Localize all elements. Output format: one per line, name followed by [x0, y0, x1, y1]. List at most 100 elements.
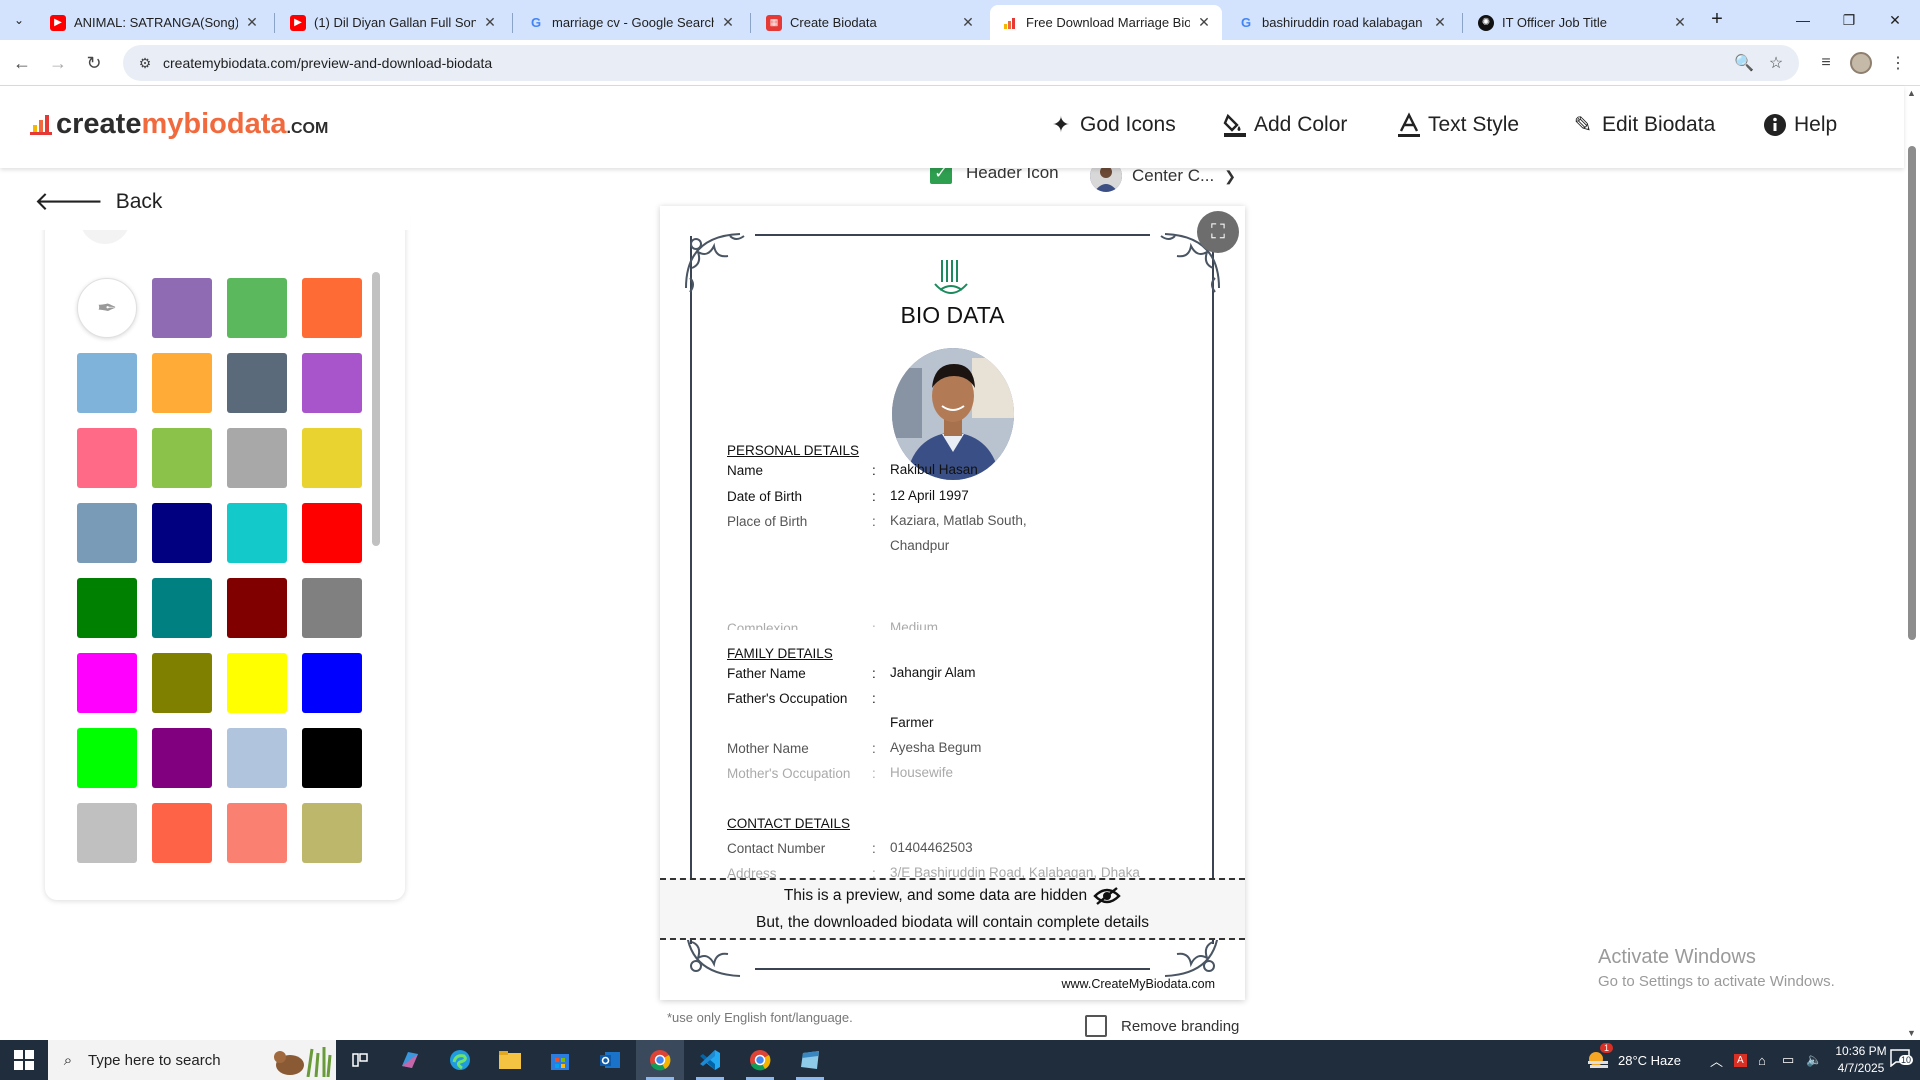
page-scrollbar[interactable]: ▲ ▼	[1904, 86, 1920, 1040]
notification-center-button[interactable]: 10	[1880, 1040, 1920, 1080]
taskbar-edge[interactable]	[436, 1040, 484, 1080]
task-view-button[interactable]	[336, 1040, 384, 1080]
close-icon[interactable]: ✕	[960, 14, 976, 31]
taskbar-chrome[interactable]	[636, 1040, 684, 1080]
color-swatch[interactable]	[152, 803, 212, 863]
taskbar-store[interactable]	[536, 1040, 584, 1080]
taskbar-app[interactable]	[786, 1040, 834, 1080]
color-swatch[interactable]	[77, 728, 137, 788]
add-color-button[interactable]: Add Color	[1222, 112, 1347, 138]
url-text[interactable]: createmybiodata.com/preview-and-download…	[163, 55, 492, 71]
weather-widget[interactable]: 1 28°C Haze	[1586, 1040, 1681, 1080]
browser-tab-active[interactable]: Free Download Marriage Bioda ✕	[990, 5, 1222, 40]
color-swatch[interactable]	[77, 803, 137, 863]
color-swatch[interactable]	[152, 278, 212, 338]
color-swatch[interactable]	[152, 503, 212, 563]
color-swatch[interactable]	[77, 353, 137, 413]
color-swatch[interactable]	[227, 803, 287, 863]
color-swatch[interactable]	[227, 503, 287, 563]
tray-network-adapter[interactable]: ⌂	[1758, 1040, 1766, 1080]
zoom-icon[interactable]: 🔍	[1730, 49, 1758, 77]
close-window-button[interactable]: ✕	[1872, 0, 1918, 40]
edit-biodata-button[interactable]: ✎ Edit Biodata	[1570, 112, 1715, 138]
palette-scrollbar[interactable]	[372, 272, 380, 546]
tab-search-button[interactable]: ⌄	[6, 8, 32, 32]
fullscreen-button[interactable]: ⛶	[1197, 211, 1239, 253]
god-icons-label: God Icons	[1080, 113, 1176, 136]
close-icon[interactable]: ✕	[1196, 14, 1212, 31]
color-swatch[interactable]	[152, 653, 212, 713]
taskbar-copilot[interactable]	[386, 1040, 434, 1080]
browser-tab[interactable]: ▶ ANIMAL: SATRANGA(Song) Ra ✕	[38, 5, 270, 40]
tray-volume[interactable]: 🔈	[1806, 1040, 1822, 1080]
site-info-icon[interactable]: ⚙	[127, 55, 163, 72]
chevron-down-icon: ⌄	[13, 13, 25, 27]
color-swatch[interactable]	[302, 803, 362, 863]
remove-branding-toggle[interactable]: Remove branding	[1085, 1015, 1239, 1037]
taskbar-outlook[interactable]	[586, 1040, 634, 1080]
color-swatch[interactable]	[302, 278, 362, 338]
taskbar-vscode[interactable]	[686, 1040, 734, 1080]
color-swatch[interactable]	[77, 503, 137, 563]
minimize-button[interactable]: —	[1780, 0, 1826, 40]
restore-button[interactable]: ❐	[1826, 0, 1872, 40]
color-swatch[interactable]	[227, 728, 287, 788]
browser-tab[interactable]: G marriage cv - Google Search ✕	[516, 5, 746, 40]
taskbar-file-explorer[interactable]	[486, 1040, 534, 1080]
close-icon[interactable]: ✕	[1432, 14, 1448, 31]
scroll-down-icon[interactable]: ▼	[1907, 1028, 1916, 1038]
page-scrollbar-thumb[interactable]	[1908, 146, 1916, 640]
color-swatch[interactable]	[227, 428, 287, 488]
tray-display[interactable]: ▭	[1782, 1040, 1794, 1080]
color-swatch[interactable]	[152, 353, 212, 413]
taskbar-chrome-profile[interactable]	[736, 1040, 784, 1080]
color-swatch[interactable]	[77, 428, 137, 488]
menu-kebab-icon[interactable]: ⋮	[1884, 49, 1912, 77]
profile-avatar[interactable]	[1850, 52, 1872, 74]
color-swatch[interactable]	[227, 353, 287, 413]
back-nav-button[interactable]: ←	[8, 49, 36, 77]
biodata-top-rule	[755, 234, 1150, 236]
color-swatch[interactable]	[152, 728, 212, 788]
back-row: 🡐 Back	[0, 168, 410, 230]
address-bar[interactable]: ⚙ createmybiodata.com/preview-and-downlo…	[123, 45, 1799, 81]
color-swatch[interactable]	[152, 578, 212, 638]
color-swatch[interactable]	[227, 278, 287, 338]
color-swatch[interactable]	[77, 578, 137, 638]
forward-nav-button[interactable]: →	[44, 49, 72, 77]
media-control-icon[interactable]: ≡	[1812, 49, 1840, 77]
show-hidden-icons[interactable]: ︿	[1710, 1040, 1723, 1080]
text-style-button[interactable]: Text Style	[1396, 112, 1519, 138]
color-swatch[interactable]	[302, 653, 362, 713]
site-logo[interactable]: create mybiodata .COM	[30, 108, 328, 141]
color-swatch[interactable]	[302, 728, 362, 788]
color-swatch[interactable]	[227, 578, 287, 638]
new-tab-button[interactable]: +	[1703, 6, 1731, 34]
close-icon[interactable]: ✕	[482, 14, 498, 31]
browser-tab[interactable]: ▦ Create Biodata ✕	[754, 5, 986, 40]
tray-pdf[interactable]: A	[1734, 1040, 1747, 1080]
god-icons-button[interactable]: ✦ God Icons	[1048, 112, 1176, 138]
eyedropper-button[interactable]: ✒	[77, 278, 137, 338]
browser-tab[interactable]: G bashiruddin road kalabagan - G ✕	[1226, 5, 1458, 40]
close-icon[interactable]: ✕	[244, 14, 260, 31]
taskbar-search-box[interactable]: ⌕ Type here to search	[48, 1040, 336, 1080]
browser-tab[interactable]: ✺ IT Officer Job Title ✕	[1466, 5, 1698, 40]
start-button[interactable]	[0, 1040, 48, 1080]
color-swatch[interactable]	[302, 353, 362, 413]
color-swatch[interactable]	[302, 578, 362, 638]
reload-button[interactable]: ↻	[80, 49, 108, 77]
browser-tab[interactable]: ▶ (1) Dil Diyan Gallan Full Song | T ✕	[278, 5, 508, 40]
color-swatch[interactable]	[302, 428, 362, 488]
checkbox-unchecked-icon[interactable]	[1085, 1015, 1107, 1037]
back-button[interactable]: 🡐 Back	[34, 186, 162, 217]
close-icon[interactable]: ✕	[720, 14, 736, 31]
color-swatch[interactable]	[227, 653, 287, 713]
color-swatch[interactable]	[77, 653, 137, 713]
help-button[interactable]: Help	[1762, 112, 1837, 138]
close-icon[interactable]: ✕	[1672, 14, 1688, 31]
scroll-up-icon[interactable]: ▲	[1907, 88, 1916, 98]
color-swatch[interactable]	[302, 503, 362, 563]
bookmark-star-icon[interactable]: ☆	[1762, 49, 1790, 77]
color-swatch[interactable]	[152, 428, 212, 488]
